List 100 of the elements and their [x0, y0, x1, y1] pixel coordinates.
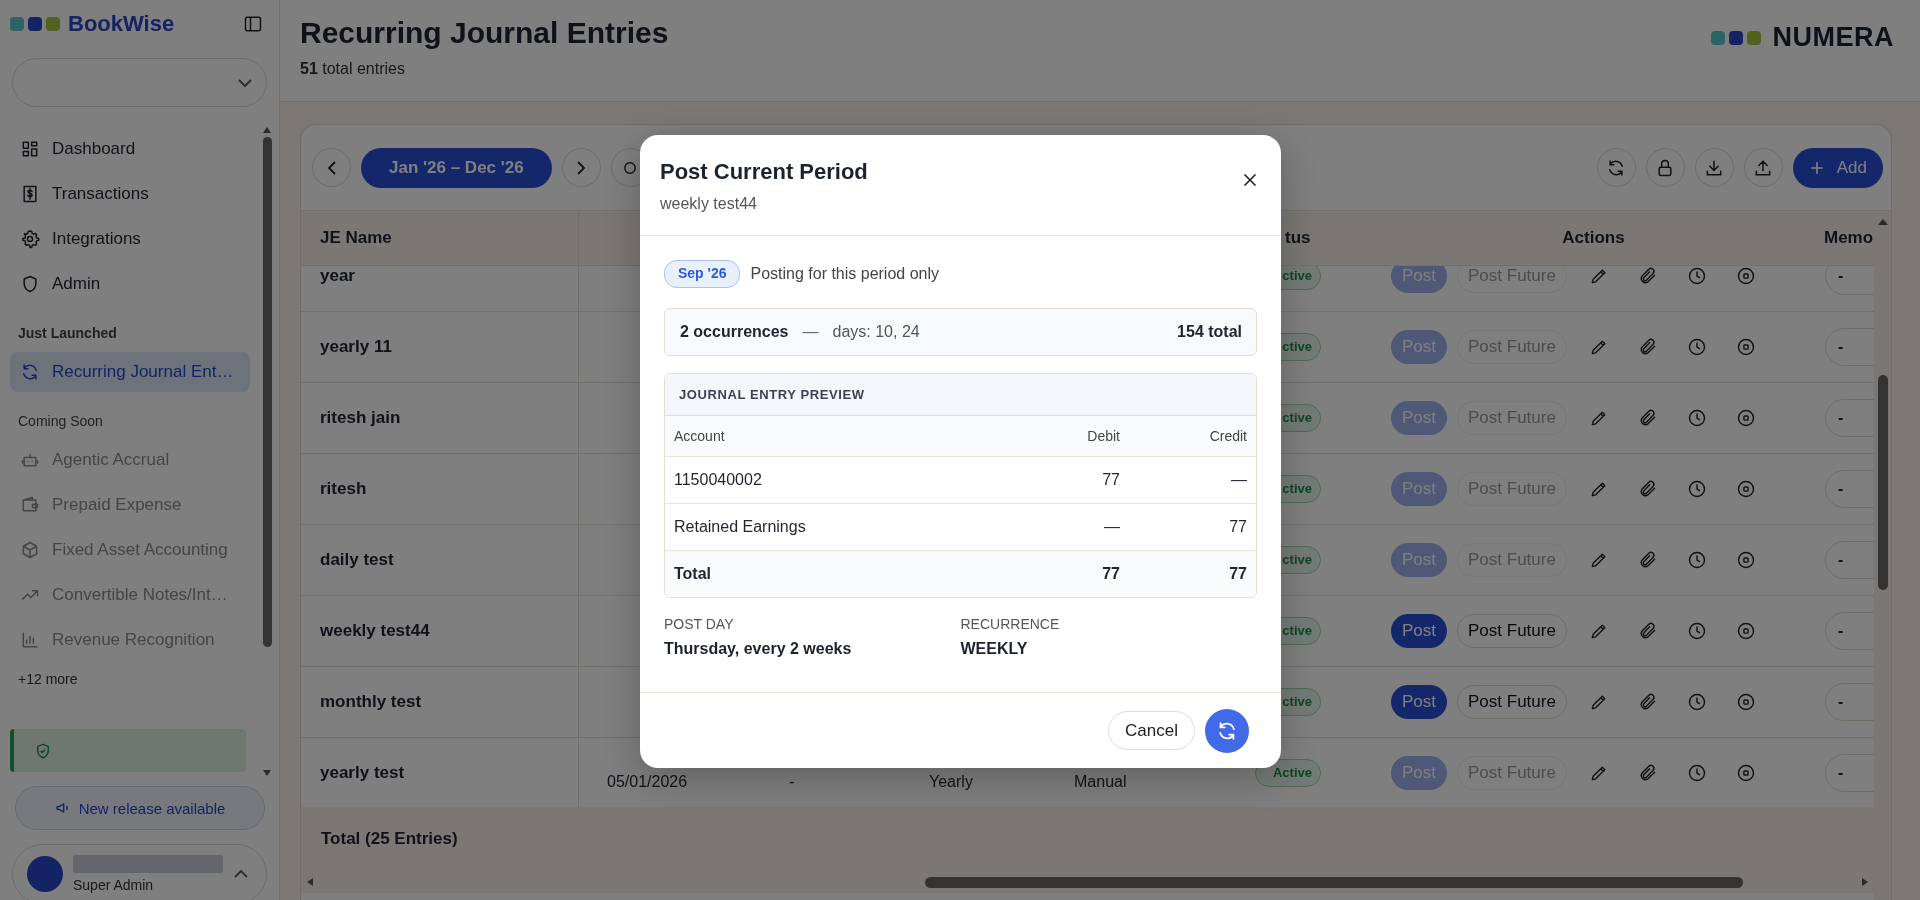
paperclip-icon[interactable]	[1637, 692, 1658, 712]
nav-item[interactable]: Dashboard	[10, 129, 250, 169]
period-badge: Sep '26	[664, 260, 741, 288]
detail-value: Thursday, every 2 weeks	[664, 640, 853, 658]
nav-item[interactable]: Admin	[10, 264, 250, 304]
table-cell: year	[301, 266, 579, 311]
paperclip-icon[interactable]	[1637, 479, 1658, 499]
wallet-icon	[20, 495, 40, 515]
arrow-left-icon[interactable]	[307, 878, 313, 886]
table-cell-text: 77	[1228, 565, 1247, 583]
paperclip-icon[interactable]	[1637, 266, 1658, 286]
arrow-down-icon[interactable]	[263, 770, 271, 776]
refresh-button[interactable]	[1596, 148, 1636, 187]
confirm-button[interactable]	[1205, 708, 1249, 753]
chevron-left-icon	[327, 160, 336, 175]
table-cell-text: Total	[674, 565, 713, 583]
clock-icon[interactable]	[1686, 266, 1707, 286]
scrollbar-thumb[interactable]	[925, 876, 1743, 888]
cancel-button[interactable]: Cancel	[1108, 711, 1195, 750]
scrollbar-thumb[interactable]	[262, 137, 272, 647]
clock-icon[interactable]	[1686, 692, 1707, 712]
clock-icon[interactable]	[1686, 550, 1707, 570]
stop-icon[interactable]	[1735, 621, 1756, 641]
table-total: Total (25 Entries)	[321, 829, 458, 849]
column-header: Account	[674, 428, 726, 444]
post-button[interactable]: Post	[1391, 685, 1448, 719]
stop-icon[interactable]	[1735, 337, 1756, 357]
refresh-icon	[1216, 719, 1238, 742]
shield-icon	[20, 274, 40, 294]
next-button[interactable]	[561, 148, 601, 187]
user-role: Super Admin	[73, 877, 154, 893]
arrow-right-icon[interactable]	[1862, 878, 1868, 886]
table-cell: ritesh jain	[301, 383, 579, 453]
chevron-down-icon	[238, 78, 252, 87]
user-menu[interactable]: Super Admin	[12, 844, 267, 900]
clock-icon[interactable]	[1686, 337, 1707, 357]
download-button[interactable]	[1694, 148, 1734, 187]
arrow-up-icon[interactable]	[263, 127, 271, 133]
table-cell-text: Yearly	[928, 772, 974, 792]
nav-item[interactable]: Integrations	[10, 219, 250, 259]
arrow-up-icon[interactable]	[1877, 219, 1888, 225]
refresh-icon	[20, 362, 40, 382]
add-button[interactable]: Add	[1792, 147, 1883, 188]
stop-icon[interactable]	[1735, 692, 1756, 712]
clock-icon[interactable]	[1686, 763, 1707, 783]
scrollbar-thumb[interactable]	[1877, 375, 1888, 590]
nav-item[interactable]: Recurring Journal Ent…	[10, 352, 250, 392]
paperclip-icon[interactable]	[1637, 337, 1658, 357]
brand-logo-icon	[10, 17, 60, 31]
clock-icon[interactable]	[1686, 479, 1707, 499]
paperclip-icon[interactable]	[1637, 763, 1658, 783]
paperclip-icon[interactable]	[1637, 408, 1658, 428]
receipt-icon	[20, 184, 40, 204]
entry-count: 51 total entries	[300, 60, 406, 78]
date-range-button[interactable]: Jan '26 – Dec '26	[361, 147, 552, 188]
release-button[interactable]: New release available	[15, 786, 265, 830]
detail-value: WEEKLY	[960, 640, 1029, 658]
stop-icon[interactable]	[1735, 266, 1756, 286]
separator: —	[802, 323, 819, 341]
gear-icon	[20, 229, 40, 249]
dialog-title: Post Current Period	[660, 159, 868, 185]
clock-icon[interactable]	[1686, 621, 1707, 641]
status-badge: Active	[1255, 759, 1321, 787]
column-header: Credit	[1208, 428, 1247, 444]
stop-icon[interactable]	[1735, 479, 1756, 499]
occurrence-count: 2 occurrences	[680, 323, 789, 341]
table-cell: weekly test44	[301, 596, 579, 666]
clock-icon[interactable]	[1686, 408, 1707, 428]
post-button[interactable]: Post	[1391, 614, 1448, 648]
table-cell-text: 77	[1101, 565, 1120, 583]
table-cell: ritesh	[301, 454, 579, 524]
logo-icon	[1710, 30, 1761, 45]
lock-button[interactable]	[1645, 148, 1685, 187]
more-link[interactable]: +12 more	[10, 663, 257, 695]
paperclip-icon[interactable]	[1637, 621, 1658, 641]
scrollbar[interactable]	[1874, 211, 1891, 900]
section-heading: Coming Soon	[17, 412, 104, 431]
post-future-button[interactable]: Post Future	[1457, 614, 1567, 648]
page-title: Recurring Journal Entries	[300, 16, 669, 50]
preview-title: JOURNAL ENTRY PREVIEW	[665, 374, 1256, 416]
table-cell-text: 77	[1228, 518, 1247, 536]
nav-item[interactable]: Transactions	[10, 174, 250, 214]
upload-button[interactable]	[1743, 148, 1783, 187]
table-cell-text: Retained Earnings	[674, 518, 807, 536]
table-cell: daily test	[301, 525, 579, 595]
post-future-button[interactable]: Post Future	[1457, 685, 1567, 719]
table-cell-text: —	[1230, 471, 1247, 489]
logo-text: NUMERA	[1772, 22, 1894, 53]
stop-icon[interactable]	[1735, 550, 1756, 570]
paperclip-icon[interactable]	[1637, 550, 1658, 570]
stop-icon[interactable]	[1735, 408, 1756, 428]
column-header: JE Name	[301, 211, 579, 265]
column-header: tus	[1284, 227, 1312, 249]
table-cell-text: -	[788, 772, 796, 792]
dialog-subtitle: weekly test44	[660, 195, 758, 213]
table-cell-text: 77	[1101, 471, 1120, 489]
chevron-right-icon	[577, 160, 586, 175]
previous-button[interactable]	[312, 148, 351, 187]
scrollbar[interactable]	[261, 127, 273, 776]
stop-icon[interactable]	[1735, 763, 1756, 783]
